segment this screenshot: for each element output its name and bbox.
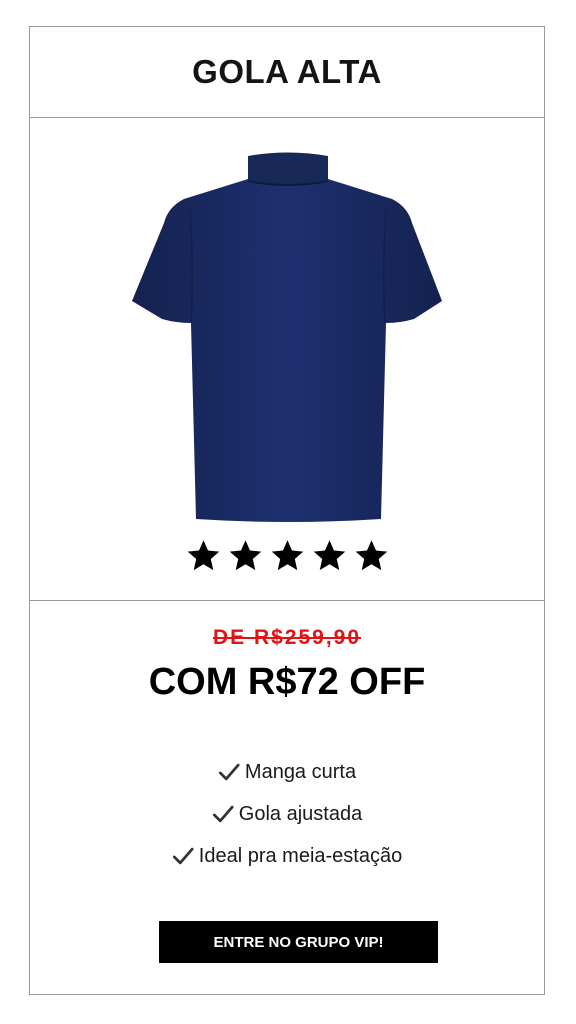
product-image-section [30,118,544,601]
product-card: GOLA ALTA DE R$259,90 COM R$72 OFF Manga… [29,26,545,995]
discount-headline: COM R$72 OFF [148,661,426,703]
feature-label: Manga curta [244,761,357,783]
old-price: DE R$259,90 [212,626,362,649]
star-icon [313,540,345,571]
star-icon [271,540,303,571]
join-vip-group-button[interactable]: ENTRE NO GRUPO VIP! [159,921,438,963]
price-section: DE R$259,90 COM R$72 OFF Manga curta Gol… [30,601,544,995]
feature-item: Ideal pra meia-estação [30,840,544,882]
rating-stars [30,538,544,573]
star-icon [229,540,261,571]
star-icon [187,540,219,571]
card-header: GOLA ALTA [30,27,544,118]
check-icon [218,763,240,781]
feature-item: Gola ajustada [30,798,544,840]
feature-label: Ideal pra meia-estação [198,845,403,867]
star-icon [355,540,387,571]
feature-item: Manga curta [30,756,544,798]
feature-label: Gola ajustada [238,803,363,825]
tshirt-image [132,152,442,522]
feature-list: Manga curta Gola ajustada Ideal pra meia… [30,756,544,882]
product-title: GOLA ALTA [192,53,382,90]
check-icon [212,805,234,823]
check-icon [172,847,194,865]
